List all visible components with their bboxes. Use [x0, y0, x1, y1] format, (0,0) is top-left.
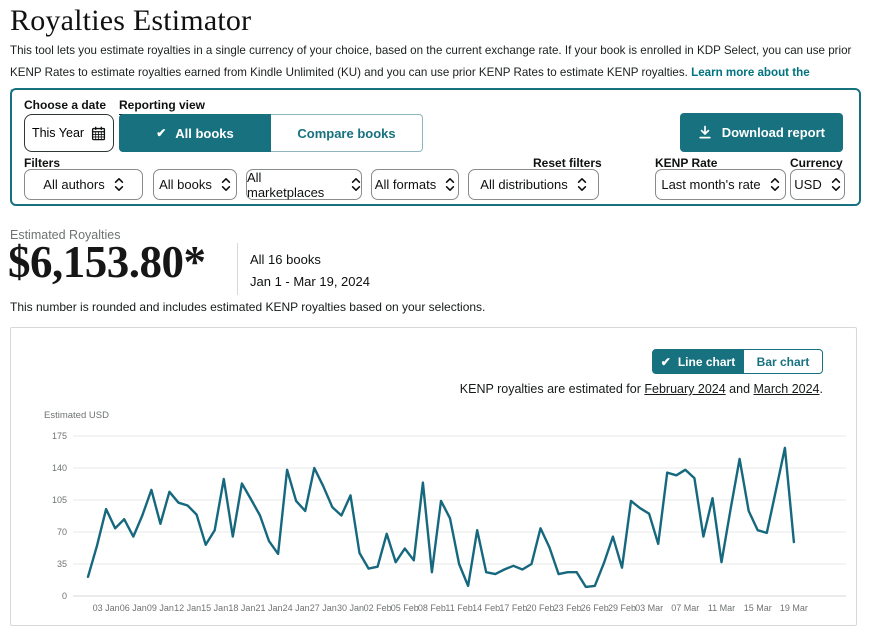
calendar-icon [91, 126, 106, 141]
stepper-icon [577, 176, 587, 193]
summary-note: This number is rounded and includes esti… [10, 300, 485, 314]
x-tick-label: 05 Feb [391, 603, 419, 613]
stepper-icon [114, 176, 124, 193]
y-tick-label: 175 [52, 431, 67, 441]
page-title: Royalties Estimator [10, 4, 251, 38]
authors-dropdown[interactable]: All authors [24, 169, 143, 200]
check-icon: ✔ [661, 355, 671, 369]
x-tick-label: 14 Feb [472, 603, 500, 613]
x-tick-label: 12 Jan [174, 603, 201, 613]
x-tick-label: 18 Jan [228, 603, 255, 613]
filters-label: Filters [24, 156, 60, 170]
download-report-label: Download report [722, 125, 825, 140]
summary-books-count: All 16 books [250, 252, 321, 267]
x-tick-label: 17 Feb [499, 603, 527, 613]
note-text: and [726, 382, 754, 396]
currency-value: USD [794, 177, 821, 192]
tab-all-books[interactable]: ✔ All books [119, 114, 271, 152]
reporting-view-label: Reporting view [119, 98, 205, 115]
x-tick-label: 06 Jan [120, 603, 147, 613]
chart-panel: ✔ Line chart Bar chart KENP royalties ar… [10, 327, 857, 626]
royalties-estimator-page: Royalties Estimator This tool lets you e… [0, 0, 875, 629]
download-report-button[interactable]: Download report [680, 113, 843, 152]
stepper-icon [770, 176, 780, 193]
filter-panel: Choose a date This Year Reporting view [10, 88, 861, 206]
authors-dropdown-value: All authors [43, 177, 104, 192]
x-tick-label: 03 Mar [635, 603, 663, 613]
y-tick-label: 0 [62, 591, 67, 601]
x-tick-label: 11 Feb [445, 603, 472, 613]
bar-chart-label: Bar chart [757, 355, 810, 369]
x-tick-label: 03 Jan [93, 603, 120, 613]
x-tick-label: 15 Jan [201, 603, 228, 613]
formats-dropdown[interactable]: All formats [371, 169, 459, 200]
x-tick-label: 30 Jan [337, 603, 364, 613]
stepper-icon [351, 176, 361, 193]
books-dropdown[interactable]: All books [153, 169, 237, 200]
x-tick-label: 26 Feb [581, 603, 609, 613]
tab-all-books-label: All books [175, 126, 234, 141]
x-tick-label: 15 Mar [744, 603, 772, 613]
x-tick-label: 11 Mar [708, 603, 735, 613]
distributions-dropdown-value: All distributions [480, 177, 567, 192]
stepper-icon [221, 176, 231, 193]
formats-dropdown-value: All formats [375, 177, 436, 192]
royalties-line-series [88, 448, 794, 587]
marketplaces-dropdown-value: All marketplaces [247, 170, 342, 200]
summary-date-range: Jan 1 - Mar 19, 2024 [250, 274, 370, 289]
x-tick-label: 19 Mar [780, 603, 808, 613]
distributions-dropdown[interactable]: All distributions [468, 169, 599, 200]
line-chart-toggle[interactable]: ✔ Line chart [652, 349, 744, 374]
tab-compare-books-label: Compare books [297, 126, 395, 141]
y-axis-title: Estimated USD [44, 410, 109, 421]
books-dropdown-value: All books [159, 177, 212, 192]
note-text: KENP royalties are estimated for [460, 382, 645, 396]
y-tick-label: 105 [52, 495, 67, 505]
note-march-link[interactable]: March 2024 [754, 382, 820, 396]
x-tick-label: 02 Feb [364, 603, 392, 613]
reset-filters-button[interactable]: Reset filters [533, 156, 602, 170]
note-february-link[interactable]: February 2024 [644, 382, 725, 396]
marketplaces-dropdown[interactable]: All marketplaces [246, 169, 362, 200]
kenp-rate-label: KENP Rate [655, 156, 717, 170]
kenp-estimate-note: KENP royalties are estimated for Februar… [460, 382, 823, 396]
x-tick-label: 23 Feb [554, 603, 582, 613]
x-tick-label: 21 Jan [255, 603, 282, 613]
bar-chart-toggle[interactable]: Bar chart [744, 349, 823, 374]
tab-compare-books[interactable]: Compare books [271, 114, 423, 152]
x-tick-label: 27 Jan [310, 603, 337, 613]
x-tick-label: 29 Feb [608, 603, 636, 613]
date-range-value: This Year [32, 126, 84, 140]
x-tick-label: 08 Feb [418, 603, 446, 613]
kenp-rate-dropdown[interactable]: Last month's rate [655, 169, 786, 200]
x-tick-label: 20 Feb [526, 603, 554, 613]
y-tick-label: 35 [57, 559, 67, 569]
choose-date-label: Choose a date [24, 98, 106, 112]
reporting-view-tabs: ✔ All books Compare books [119, 114, 423, 152]
estimated-royalties-amount: $6,153.80* [8, 236, 206, 288]
stepper-icon [445, 176, 455, 193]
chart-type-toggle: ✔ Line chart Bar chart [652, 349, 823, 374]
date-range-button[interactable]: This Year [24, 114, 114, 152]
y-tick-label: 140 [52, 463, 67, 473]
summary-divider [237, 243, 238, 295]
currency-dropdown[interactable]: USD [790, 169, 845, 200]
x-tick-label: 09 Jan [147, 603, 174, 613]
download-icon [698, 125, 712, 140]
line-chart-label: Line chart [678, 355, 735, 369]
currency-label: Currency [790, 156, 843, 170]
x-tick-label: 07 Mar [671, 603, 699, 613]
note-text: . [820, 382, 823, 396]
check-icon: ✔ [156, 126, 166, 140]
x-tick-label: 24 Jan [283, 603, 310, 613]
royalties-line-chart: 1751401057035003 Jan06 Jan09 Jan12 Jan15… [31, 428, 851, 624]
y-tick-label: 70 [57, 527, 67, 537]
stepper-icon [831, 176, 841, 193]
kenp-rate-value: Last month's rate [661, 177, 760, 192]
